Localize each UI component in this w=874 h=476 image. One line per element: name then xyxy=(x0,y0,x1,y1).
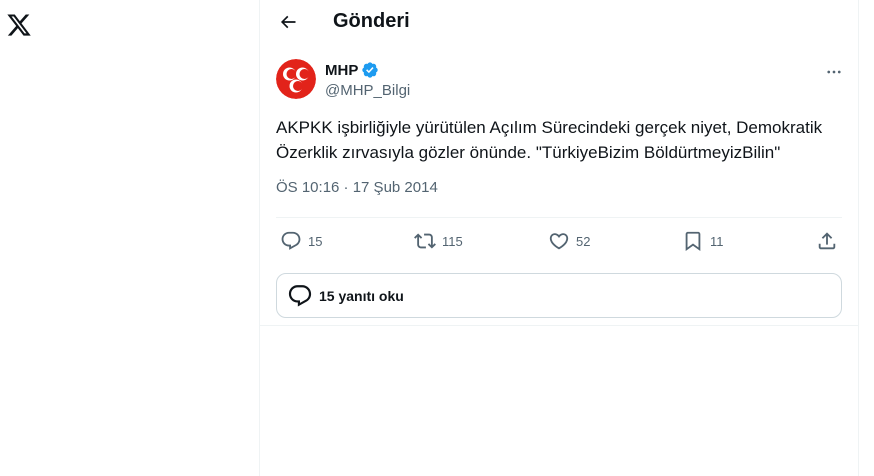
heart-icon xyxy=(549,233,569,250)
more-options-button[interactable] xyxy=(820,58,848,86)
back-arrow-icon xyxy=(280,15,296,29)
like-button[interactable]: 52 xyxy=(548,230,590,252)
author-display-name[interactable]: MHP xyxy=(325,62,358,79)
action-bar: 15 115 52 11 xyxy=(276,226,842,258)
page-title: Gönderi xyxy=(333,10,410,32)
divider xyxy=(260,325,858,326)
tweet-timestamp[interactable]: ÖS 10:16 · 17 Şub 2014 xyxy=(276,179,438,196)
share-button[interactable] xyxy=(816,230,838,252)
main-column: Gönderi MHP @MHP_Bilgi AKPKK işbirliğiyl… xyxy=(259,0,859,476)
reply-icon xyxy=(281,231,301,250)
share-icon xyxy=(818,232,836,250)
x-logo-icon[interactable] xyxy=(4,10,34,40)
repost-icon xyxy=(414,233,436,249)
left-sidebar xyxy=(0,0,259,476)
avatar[interactable] xyxy=(276,59,316,99)
read-replies-label: 15 yanıtı oku xyxy=(319,287,404,304)
bookmark-icon xyxy=(685,231,701,252)
reply-count: 15 xyxy=(308,233,323,249)
back-button[interactable] xyxy=(272,6,304,38)
author-name-row: MHP xyxy=(325,61,379,79)
bookmark-count: 11 xyxy=(710,233,724,249)
author-handle[interactable]: @MHP_Bilgi xyxy=(325,82,410,99)
verified-badge-icon[interactable] xyxy=(361,61,379,79)
more-dots-icon xyxy=(827,70,841,74)
read-replies-button[interactable]: 15 yanıtı oku xyxy=(276,273,842,318)
page-header: Gönderi xyxy=(260,0,858,44)
tweet-text: AKPKK işbirliğiyle yürütülen Açılım Süre… xyxy=(276,118,823,162)
divider xyxy=(276,217,842,218)
reply-button[interactable]: 15 xyxy=(280,230,322,252)
repost-button[interactable]: 115 xyxy=(414,230,463,252)
chat-bubble-icon xyxy=(288,284,312,307)
bookmark-button[interactable]: 11 xyxy=(682,230,724,252)
like-count: 52 xyxy=(576,233,591,249)
repost-count: 115 xyxy=(442,233,463,249)
